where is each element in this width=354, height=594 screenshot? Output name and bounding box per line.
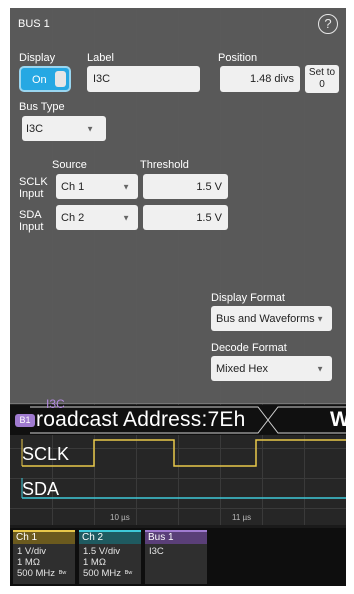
channel-1-header: Ch 1 bbox=[13, 530, 75, 544]
bandwidth-limit-icon: ᴮʷ bbox=[59, 569, 67, 578]
channel-1-bandwidth: 500 MHz bbox=[17, 568, 56, 579]
bus-1-header: Bus 1 bbox=[145, 530, 207, 544]
decode-packet-text: roadcast Address:7Eh bbox=[36, 408, 246, 431]
bus-1-badge[interactable]: Bus 1 I3C bbox=[145, 530, 207, 584]
sda-trace-label: SDA bbox=[22, 479, 60, 499]
sclk-trace-label: SCLK bbox=[22, 444, 70, 464]
channel-1-badge[interactable]: Ch 1 1 V/div 1 MΩ 500 MHz ᴮʷ bbox=[13, 530, 75, 584]
channel-2-badge[interactable]: Ch 2 1.5 V/div 1 MΩ 500 MHz ᴮʷ bbox=[79, 530, 141, 584]
channel-1-settings: 1 V/div 1 MΩ 500 MHz ᴮʷ bbox=[13, 544, 75, 579]
time-tick-label: 11 µs bbox=[232, 513, 252, 522]
decode-next-packet: W bbox=[330, 408, 346, 431]
sclk-trace bbox=[22, 439, 346, 467]
time-tick-label: 10 µs bbox=[110, 513, 130, 522]
channel-1-scale: 1 V/div bbox=[17, 546, 47, 557]
bus-1-settings: I3C bbox=[145, 544, 207, 557]
bus-1-type: I3C bbox=[149, 546, 164, 557]
bandwidth-limit-icon: ᴮʷ bbox=[125, 569, 133, 578]
bus-badge[interactable]: B1 bbox=[15, 414, 35, 427]
channel-1-impedance: 1 MΩ bbox=[17, 557, 40, 568]
channel-2-bandwidth: 500 MHz bbox=[83, 568, 122, 579]
channel-2-settings: 1.5 V/div 1 MΩ 500 MHz ᴮʷ bbox=[79, 544, 141, 579]
oscilloscope-screen: BUS 1 ? Display On Label I3C Position 1.… bbox=[10, 8, 346, 586]
channel-2-header: Ch 2 bbox=[79, 530, 141, 544]
channel-2-scale: 1.5 V/div bbox=[83, 546, 120, 557]
channel-2-impedance: 1 MΩ bbox=[83, 557, 106, 568]
